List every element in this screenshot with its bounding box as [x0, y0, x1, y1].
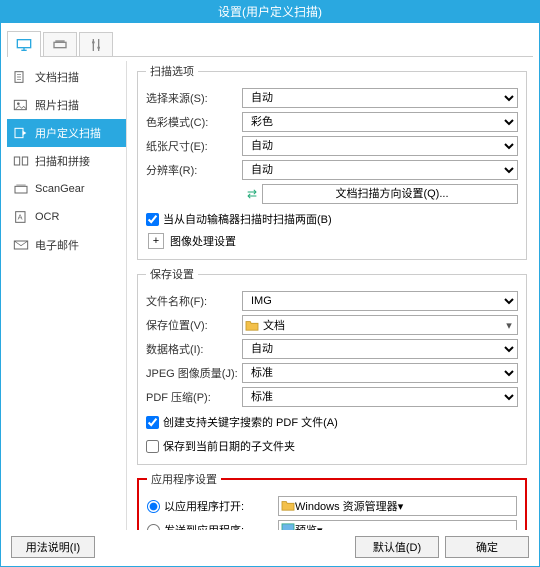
location-label: 保存位置(V): [146, 317, 242, 333]
filename-label: 文件名称(F): [146, 293, 242, 309]
paper-select[interactable]: 自动 [242, 136, 518, 156]
jpeg-label: JPEG 图像质量(J): [146, 365, 242, 381]
sidebar-label: ScanGear [35, 183, 85, 195]
pdf-select[interactable]: 标准 [242, 387, 518, 407]
sidebar-label: 文档扫描 [35, 69, 79, 85]
open-app-radio[interactable] [147, 500, 160, 513]
source-select[interactable]: 自动 [242, 88, 518, 108]
ok-button[interactable]: 确定 [445, 536, 529, 558]
source-label: 选择来源(S): [146, 90, 242, 106]
tab-tools[interactable] [79, 32, 113, 56]
save-settings-legend: 保存设置 [146, 266, 198, 282]
swap-icon[interactable]: ⇄ [242, 187, 262, 201]
filename-select[interactable]: IMG [242, 291, 518, 311]
app-settings-group: 应用程序设置 以应用程序打开: Windows 资源管理器▾ 发送到应用程序: … [137, 471, 527, 530]
explorer-icon [281, 499, 295, 514]
sidebar-item-stitch[interactable]: 扫描和拼接 [7, 147, 126, 175]
settings-panel: 扫描选项 选择来源(S):自动 色彩模式(C):彩色 纸张尺寸(E):自动 分辨… [127, 61, 533, 530]
paper-label: 纸张尺寸(E): [146, 138, 242, 154]
imgproc-label: 图像处理设置 [170, 233, 236, 249]
scan-options-group: 扫描选项 选择来源(S):自动 色彩模式(C):彩色 纸张尺寸(E):自动 分辨… [137, 63, 527, 260]
sidebar-label: OCR [35, 211, 59, 223]
open-app-label: 以应用程序打开: [164, 498, 274, 514]
sidebar-label: 用户定义扫描 [35, 125, 101, 141]
top-tabs [7, 29, 533, 57]
tab-from-computer[interactable] [7, 31, 41, 57]
resolution-label: 分辨率(R): [146, 162, 242, 178]
chevron-down-icon: ▾ [398, 500, 404, 513]
window-title: 设置(用户定义扫描) [1, 1, 539, 23]
sidebar-label: 扫描和拼接 [35, 153, 90, 169]
app-settings-legend: 应用程序设置 [147, 471, 221, 487]
keyword-pdf-checkbox[interactable] [146, 416, 159, 429]
orientation-button[interactable]: 文档扫描方向设置(Q)... [262, 184, 518, 204]
preview-icon [281, 523, 295, 531]
sidebar-item-document[interactable]: 文档扫描 [7, 63, 126, 91]
footer-bar: 用法说明(I) 默认值(D) 确定 [7, 530, 533, 560]
sidebar-label: 照片扫描 [35, 97, 79, 113]
open-app-select[interactable]: Windows 资源管理器▾ [278, 496, 517, 516]
sidebar-label: 电子邮件 [35, 237, 79, 253]
duplex-checkbox[interactable] [146, 213, 159, 226]
pdf-label: PDF 压缩(P): [146, 389, 242, 405]
folder-icon [245, 318, 259, 332]
format-select[interactable]: 自动 [242, 339, 518, 359]
resolution-select[interactable]: 自动 [242, 160, 518, 180]
expand-imgproc-button[interactable]: + [148, 233, 164, 249]
svg-text:A: A [18, 213, 23, 222]
defaults-button[interactable]: 默认值(D) [355, 536, 439, 558]
duplex-label: 当从自动输稿器扫描时扫描两面(B) [163, 211, 332, 227]
keyword-pdf-label: 创建支持关键字搜索的 PDF 文件(A) [163, 414, 338, 430]
color-label: 色彩模式(C): [146, 114, 242, 130]
jpeg-select[interactable]: 标准 [242, 363, 518, 383]
sidebar-item-photo[interactable]: 照片扫描 [7, 91, 126, 119]
sidebar-item-email[interactable]: 电子邮件 [7, 231, 126, 259]
sidebar-item-ocr[interactable]: A OCR [7, 203, 126, 231]
sidebar: 文档扫描 照片扫描 用户定义扫描 扫描和拼接 ScanGear A OCR 电子邮… [7, 61, 127, 530]
sidebar-item-scangear[interactable]: ScanGear [7, 175, 126, 203]
sidebar-item-custom[interactable]: 用户定义扫描 [7, 119, 126, 147]
location-select[interactable]: 文档▾ [242, 315, 518, 335]
tab-from-scanner[interactable] [43, 32, 77, 56]
send-app-select[interactable]: 预览▾ [278, 520, 517, 530]
save-settings-group: 保存设置 文件名称(F):IMG 保存位置(V): 文档▾ 数据格式(I):自动… [137, 266, 527, 465]
subfolder-checkbox[interactable] [146, 440, 159, 453]
format-label: 数据格式(I): [146, 341, 242, 357]
chevron-down-icon: ▾ [501, 319, 517, 332]
subfolder-label: 保存到当前日期的子文件夹 [163, 438, 295, 454]
scan-options-legend: 扫描选项 [146, 63, 198, 79]
help-button[interactable]: 用法说明(I) [11, 536, 95, 558]
color-select[interactable]: 彩色 [242, 112, 518, 132]
send-app-label: 发送到应用程序: [164, 522, 274, 530]
